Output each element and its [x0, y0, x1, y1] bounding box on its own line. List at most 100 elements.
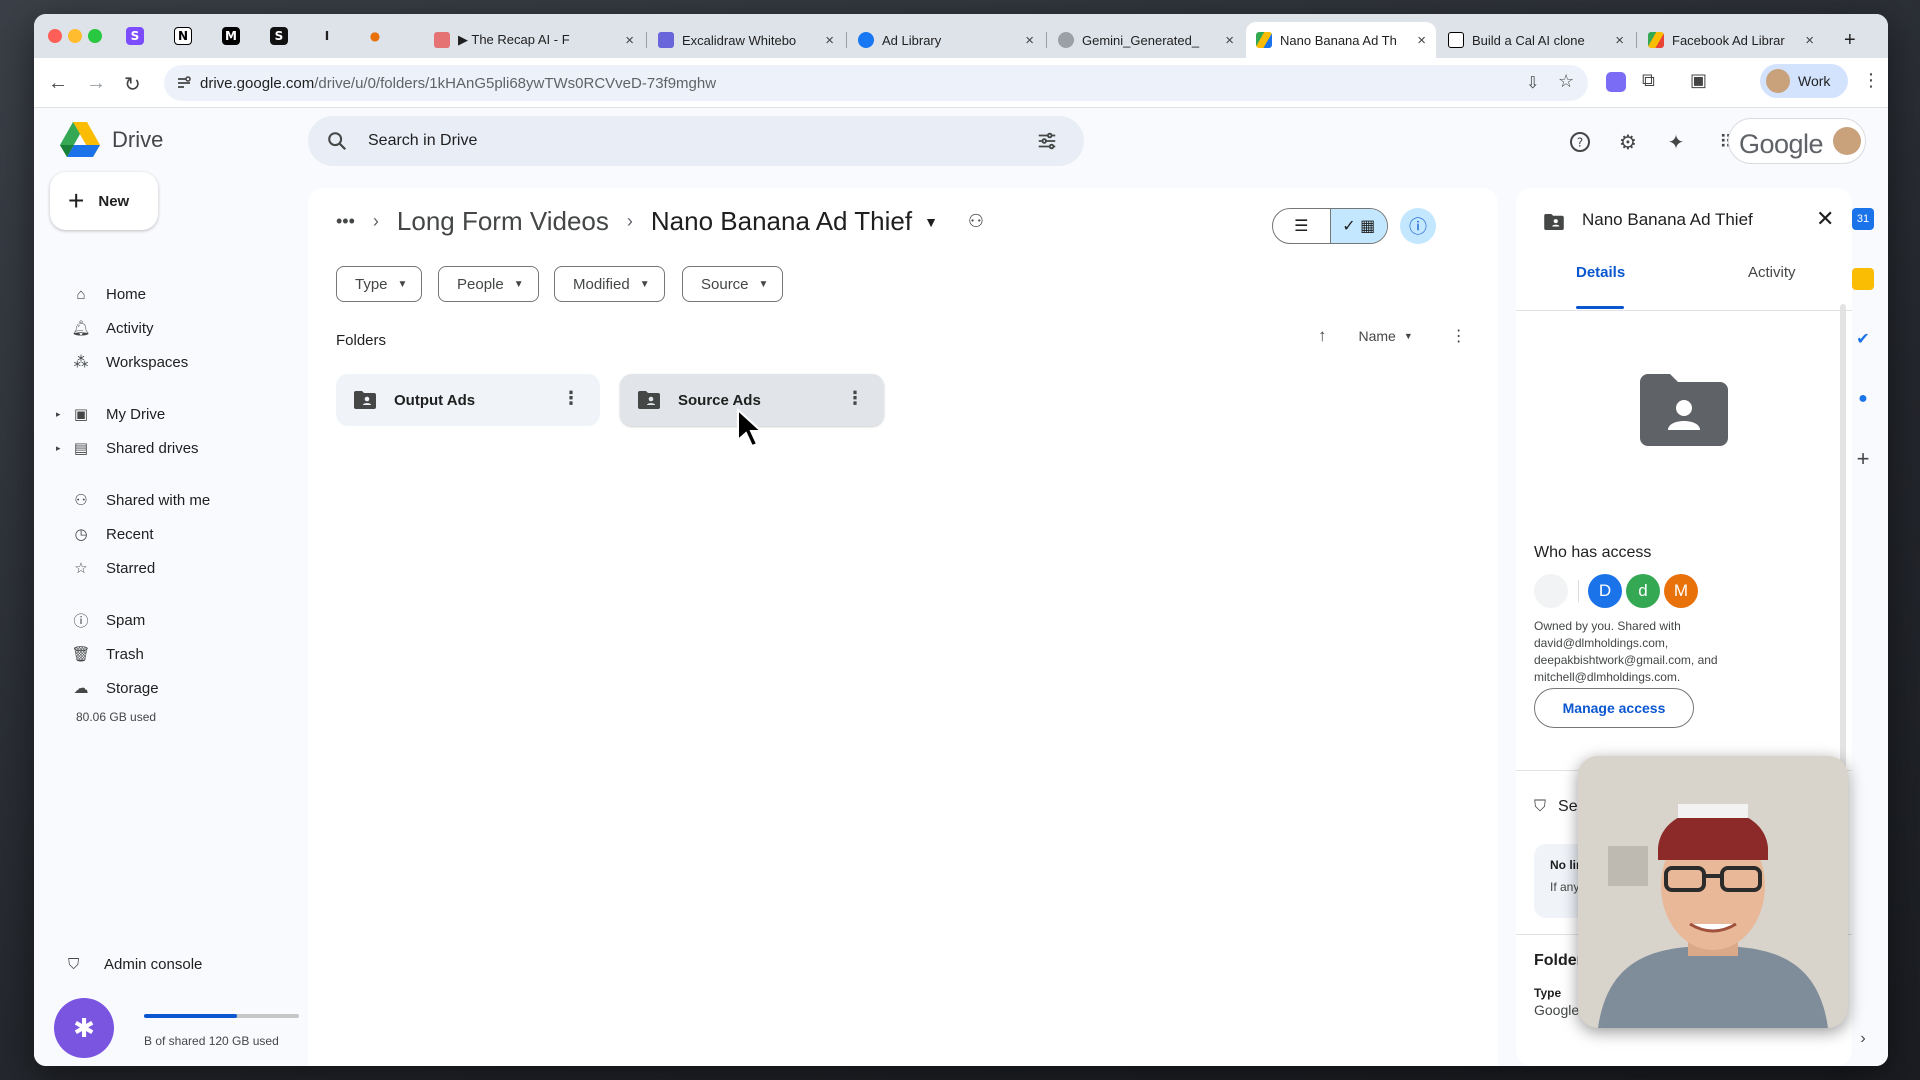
- sort-by-button[interactable]: Name: [1359, 328, 1396, 344]
- more-vert-icon[interactable]: ⋮: [1451, 326, 1467, 346]
- browser-menu-icon[interactable]: ⋮: [1862, 70, 1880, 91]
- folder-card[interactable]: Output Ads ⋮: [336, 374, 600, 426]
- sidebar-item-spam[interactable]: ⓘ Spam: [70, 604, 145, 636]
- add-addon-icon[interactable]: +: [1852, 446, 1874, 471]
- tab-title: Ad Library: [882, 32, 942, 48]
- extension-icon[interactable]: [1606, 72, 1626, 92]
- avatar[interactable]: M: [1664, 574, 1698, 608]
- pinned-tab[interactable]: N: [168, 22, 198, 50]
- profile-button[interactable]: Work: [1760, 64, 1848, 98]
- tab-close-icon[interactable]: ×: [1417, 32, 1426, 49]
- keep-icon[interactable]: [1852, 268, 1874, 290]
- gemini-sparkle-icon[interactable]: ✦: [1664, 130, 1688, 154]
- caret-down-icon[interactable]: ▼: [924, 214, 938, 230]
- tab-close-icon[interactable]: ×: [1615, 32, 1624, 49]
- close-icon[interactable]: ✕: [1816, 206, 1834, 232]
- side-panel-icon[interactable]: ▣: [1690, 70, 1707, 91]
- sidebar-item-shared-with-me[interactable]: ⚇ Shared with me: [70, 484, 210, 516]
- calendar-icon[interactable]: 31: [1852, 208, 1874, 230]
- tasks-icon[interactable]: ✔: [1852, 328, 1874, 350]
- avatar[interactable]: D: [1588, 574, 1622, 608]
- browser-tab-active[interactable]: Nano Banana Ad Th ×: [1246, 22, 1436, 58]
- tab-title: Build a Cal AI clone: [1472, 32, 1585, 48]
- contacts-icon[interactable]: ●: [1852, 388, 1874, 410]
- expand-caret-icon[interactable]: ▸: [56, 409, 61, 420]
- pinned-tab[interactable]: ●: [360, 22, 390, 50]
- tab-close-icon[interactable]: ×: [825, 32, 834, 49]
- sidebar-item-activity[interactable]: 🔔︎ Activity: [70, 312, 153, 344]
- sidebar-item-shared-drives[interactable]: ▸ ▤ Shared drives: [56, 432, 199, 464]
- admin-console-link[interactable]: ⛉ Admin console: [68, 956, 202, 973]
- close-window-button[interactable]: [48, 29, 62, 43]
- reload-icon[interactable]: ↻: [124, 72, 141, 97]
- more-vert-icon[interactable]: ⋮: [562, 388, 580, 409]
- browser-tab[interactable]: Gemini_Generated_ ×: [1048, 22, 1244, 58]
- new-tab-button[interactable]: +: [1834, 22, 1874, 58]
- pinned-tab[interactable]: M: [216, 22, 246, 50]
- google-wordmark: Google: [1739, 129, 1824, 159]
- browser-tab[interactable]: Ad Library ×: [848, 22, 1044, 58]
- minimize-window-button[interactable]: [68, 29, 82, 43]
- sidebar-item-trash[interactable]: 🗑︎ Trash: [70, 638, 144, 670]
- tab-close-icon[interactable]: ×: [1225, 32, 1234, 49]
- pinned-tab[interactable]: I: [312, 22, 342, 50]
- breadcrumb-parent[interactable]: Long Form Videos: [397, 206, 609, 237]
- google-account-area[interactable]: Google: [1728, 118, 1866, 164]
- drive-logo[interactable]: Drive: [60, 122, 163, 158]
- sidebar-item-recent[interactable]: ◷ Recent: [70, 518, 153, 550]
- grid-view-button[interactable]: ✓ ▦: [1329, 209, 1387, 243]
- shared-folder-people-icon[interactable]: ⚇: [968, 211, 984, 232]
- tab-details[interactable]: Details: [1576, 264, 1625, 281]
- search-input[interactable]: Search in Drive: [368, 132, 477, 150]
- filter-chip-type[interactable]: Type ▼: [336, 266, 423, 302]
- filter-chip-modified[interactable]: Modified ▼: [554, 266, 665, 302]
- assistant-fab-button[interactable]: ✱: [54, 998, 114, 1058]
- caret-down-icon[interactable]: ▼: [1404, 331, 1413, 341]
- sidebar-item-home[interactable]: ⌂ Home: [70, 278, 146, 310]
- sort-direction-arrow-icon[interactable]: ↑: [1318, 326, 1327, 346]
- account-avatar[interactable]: [1833, 127, 1861, 155]
- manage-access-button[interactable]: Manage access: [1534, 688, 1694, 728]
- search-bar[interactable]: Search in Drive: [308, 116, 1084, 166]
- tab-close-icon[interactable]: ×: [625, 32, 634, 49]
- forward-icon[interactable]: →: [86, 72, 106, 95]
- pinned-tab[interactable]: S: [120, 22, 150, 50]
- address-bar[interactable]: drive.google.com/drive/u/0/folders/1kHAn…: [164, 65, 1588, 101]
- browser-tab[interactable]: Facebook Ad Librar ×: [1638, 22, 1824, 58]
- sidebar-item-storage[interactable]: ☁︎ Storage: [70, 672, 159, 704]
- sidebar-item-workspaces[interactable]: ⁂ Workspaces: [70, 346, 189, 378]
- list-view-button[interactable]: ☰: [1273, 209, 1330, 243]
- expand-caret-icon[interactable]: ▸: [56, 443, 61, 454]
- breadcrumb-more-button[interactable]: •••: [336, 211, 355, 232]
- maximize-window-button[interactable]: [88, 29, 102, 43]
- tab-close-icon[interactable]: ×: [1025, 32, 1034, 49]
- bookmark-star-icon[interactable]: ☆: [1558, 71, 1574, 92]
- breadcrumb-current[interactable]: Nano Banana Ad Thief: [651, 206, 912, 237]
- more-vert-icon[interactable]: ⋮: [846, 388, 864, 409]
- sidebar-item-starred[interactable]: ☆ Starred: [70, 552, 155, 584]
- tab-activity[interactable]: Activity: [1748, 264, 1796, 281]
- new-button[interactable]: + New: [50, 172, 158, 230]
- filter-chip-people[interactable]: People ▼: [438, 266, 539, 302]
- browser-tab[interactable]: Build a Cal AI clone ×: [1438, 22, 1634, 58]
- search-options-icon[interactable]: [1036, 130, 1058, 152]
- settings-gear-icon[interactable]: ⚙: [1616, 130, 1640, 154]
- filter-chip-source[interactable]: Source ▼: [682, 266, 784, 302]
- extensions-puzzle-icon[interactable]: ⧉: [1642, 70, 1655, 91]
- install-app-icon[interactable]: ⇩: [1526, 73, 1539, 93]
- filter-label: Source: [701, 275, 749, 293]
- pinned-tab[interactable]: S: [264, 22, 294, 50]
- browser-tab[interactable]: Excalidraw Whitebo ×: [648, 22, 844, 58]
- sidebar-item-my-drive[interactable]: ▸ ▣ My Drive: [56, 398, 165, 430]
- profile-label: Work: [1798, 73, 1831, 89]
- site-settings-icon[interactable]: [176, 75, 192, 91]
- sidebar-item-label: Trash: [106, 645, 144, 663]
- help-icon[interactable]: ?: [1568, 130, 1592, 154]
- view-details-button[interactable]: ⓘ: [1400, 208, 1436, 244]
- tab-close-icon[interactable]: ×: [1805, 32, 1814, 49]
- avatar[interactable]: d: [1626, 574, 1660, 608]
- back-icon[interactable]: ←: [48, 72, 68, 95]
- chevron-right-icon[interactable]: ›: [1852, 1028, 1874, 1050]
- owner-avatar[interactable]: [1534, 574, 1568, 608]
- browser-tab[interactable]: ▶ The Recap AI - F ×: [424, 22, 644, 58]
